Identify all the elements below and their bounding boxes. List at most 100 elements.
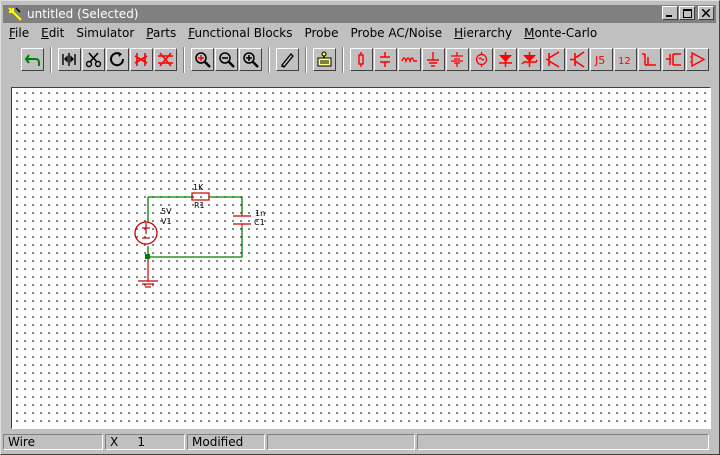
- probe-button[interactable]: [313, 48, 336, 71]
- capacitor-button[interactable]: [374, 48, 397, 71]
- capacitor-icon: [380, 52, 390, 67]
- inductor-button[interactable]: [398, 48, 421, 71]
- source-name-label: V1: [161, 217, 172, 226]
- status-bar: Wire X 1 Modified: [3, 434, 717, 452]
- resistor-value-label: 1K: [193, 183, 204, 192]
- voltage-source-button[interactable]: 12: [614, 48, 637, 71]
- close-icon: [702, 9, 710, 17]
- title-bar[interactable]: untitled (Selected): [3, 5, 716, 23]
- main-window: untitled (Selected) File Edit Simulator Par…: [0, 0, 720, 455]
- voltage-source-v1[interactable]: [134, 221, 158, 245]
- status-extra-2: [417, 434, 709, 450]
- pencil-wire-icon: [281, 53, 294, 68]
- ac-source-icon: [475, 52, 488, 67]
- toolbar-separator: [50, 47, 52, 73]
- opamp-button[interactable]: [686, 48, 709, 71]
- schematic-drawing: 1K R1 5V V1 1n C1: [134, 183, 265, 288]
- svg-text:J5: J5: [594, 54, 605, 67]
- delete-wire-button[interactable]: [154, 48, 177, 71]
- current-source-icon: J5: [594, 54, 605, 67]
- wire-top-right[interactable]: [210, 196, 243, 214]
- toolbar-separator: [268, 47, 270, 73]
- ground-symbol[interactable]: [138, 259, 158, 288]
- zoom-in-button[interactable]: [239, 48, 262, 71]
- delete-component-button[interactable]: [130, 48, 153, 71]
- status-x-value: 1: [137, 435, 145, 449]
- menu-probe[interactable]: Probe: [304, 26, 338, 42]
- zener-icon: [521, 52, 538, 67]
- resistor-icon: [358, 52, 364, 67]
- resistor-button[interactable]: [350, 48, 373, 71]
- nmos-button[interactable]: [638, 48, 661, 71]
- close-button[interactable]: [698, 6, 714, 20]
- zoom-in-icon: [243, 52, 259, 68]
- battery-icon: [451, 52, 463, 67]
- menu-probe-ac-noise[interactable]: Probe AC/Noise: [351, 26, 443, 42]
- menu-simulator[interactable]: Simulator: [76, 26, 134, 42]
- ground-button[interactable]: [422, 48, 445, 71]
- ground-icon: [427, 52, 439, 67]
- delete-component-icon: [134, 53, 148, 66]
- pnp-transistor-button[interactable]: [566, 48, 589, 71]
- cut-icon: [85, 52, 102, 68]
- menu-monte-carlo[interactable]: Monte-Carlo: [524, 26, 597, 42]
- rotate-icon: [110, 52, 125, 67]
- current-source-button[interactable]: J5: [590, 48, 613, 71]
- capacitor-c1[interactable]: [233, 214, 251, 228]
- menu-functional-blocks[interactable]: Functional Blocks: [188, 26, 292, 42]
- resistor-name-label: R1: [194, 201, 205, 210]
- probe-icon: [317, 51, 332, 67]
- minimize-button[interactable]: [662, 6, 678, 20]
- maximize-icon: [682, 8, 692, 18]
- zoom-fit-button[interactable]: [191, 48, 214, 71]
- pmos-button[interactable]: [662, 48, 685, 71]
- mirror-icon: [62, 53, 76, 66]
- ac-source-button[interactable]: [470, 48, 493, 71]
- status-state: Modified: [187, 434, 265, 450]
- wire-right-bottom[interactable]: [147, 228, 243, 258]
- cut-button[interactable]: [82, 48, 105, 71]
- app-icon: [8, 7, 22, 21]
- npn-transistor-button[interactable]: [542, 48, 565, 71]
- svg-text:12: 12: [618, 56, 631, 67]
- source-value-label: 5V: [161, 207, 172, 216]
- voltage-source-icon: 12: [618, 56, 631, 67]
- window-title: untitled (Selected): [27, 7, 139, 21]
- delete-wire-icon: [158, 52, 173, 67]
- maximize-button[interactable]: [679, 6, 695, 20]
- toolbar: J5 12: [1, 45, 719, 75]
- nmos-icon: [642, 53, 656, 66]
- minimize-icon: [666, 15, 672, 17]
- toolbar-separator: [305, 47, 307, 73]
- menu-edit[interactable]: Edit: [41, 26, 64, 42]
- zoom-out-button[interactable]: [215, 48, 238, 71]
- menu-parts[interactable]: Parts: [146, 26, 176, 42]
- toolbar-separator: [183, 47, 185, 73]
- cap-value-label: 1n: [255, 209, 265, 218]
- battery-button[interactable]: [446, 48, 469, 71]
- pencil-wire-button[interactable]: [276, 48, 299, 71]
- diode-button[interactable]: [494, 48, 517, 71]
- resistor-r1[interactable]: [191, 192, 210, 201]
- opamp-icon: [690, 51, 706, 68]
- schematic-canvas[interactable]: 1K R1 5V V1 1n C1: [11, 87, 711, 429]
- menu-bar: File Edit Simulator Parts Functional Blocks P…: [9, 26, 609, 42]
- mirror-button[interactable]: [58, 48, 81, 71]
- zoom-out-icon: [219, 52, 235, 68]
- zener-button[interactable]: [518, 48, 541, 71]
- status-extra-1: [267, 434, 415, 450]
- undo-button[interactable]: [21, 48, 44, 71]
- status-mode: Wire: [3, 434, 103, 450]
- status-coordinate: X 1: [105, 434, 185, 450]
- status-x-label: X: [110, 435, 119, 449]
- junction-node[interactable]: [145, 254, 150, 259]
- npn-transistor-icon: [546, 51, 560, 68]
- cap-name-label: C1: [254, 218, 265, 227]
- menu-file[interactable]: File: [9, 26, 29, 42]
- rotate-button[interactable]: [106, 48, 129, 71]
- inductor-icon: [401, 57, 417, 64]
- toolbar-separator: [342, 47, 344, 73]
- zoom-fit-icon: [195, 52, 211, 68]
- menu-hierarchy[interactable]: Hierarchy: [454, 26, 512, 42]
- pmos-icon: [666, 53, 681, 66]
